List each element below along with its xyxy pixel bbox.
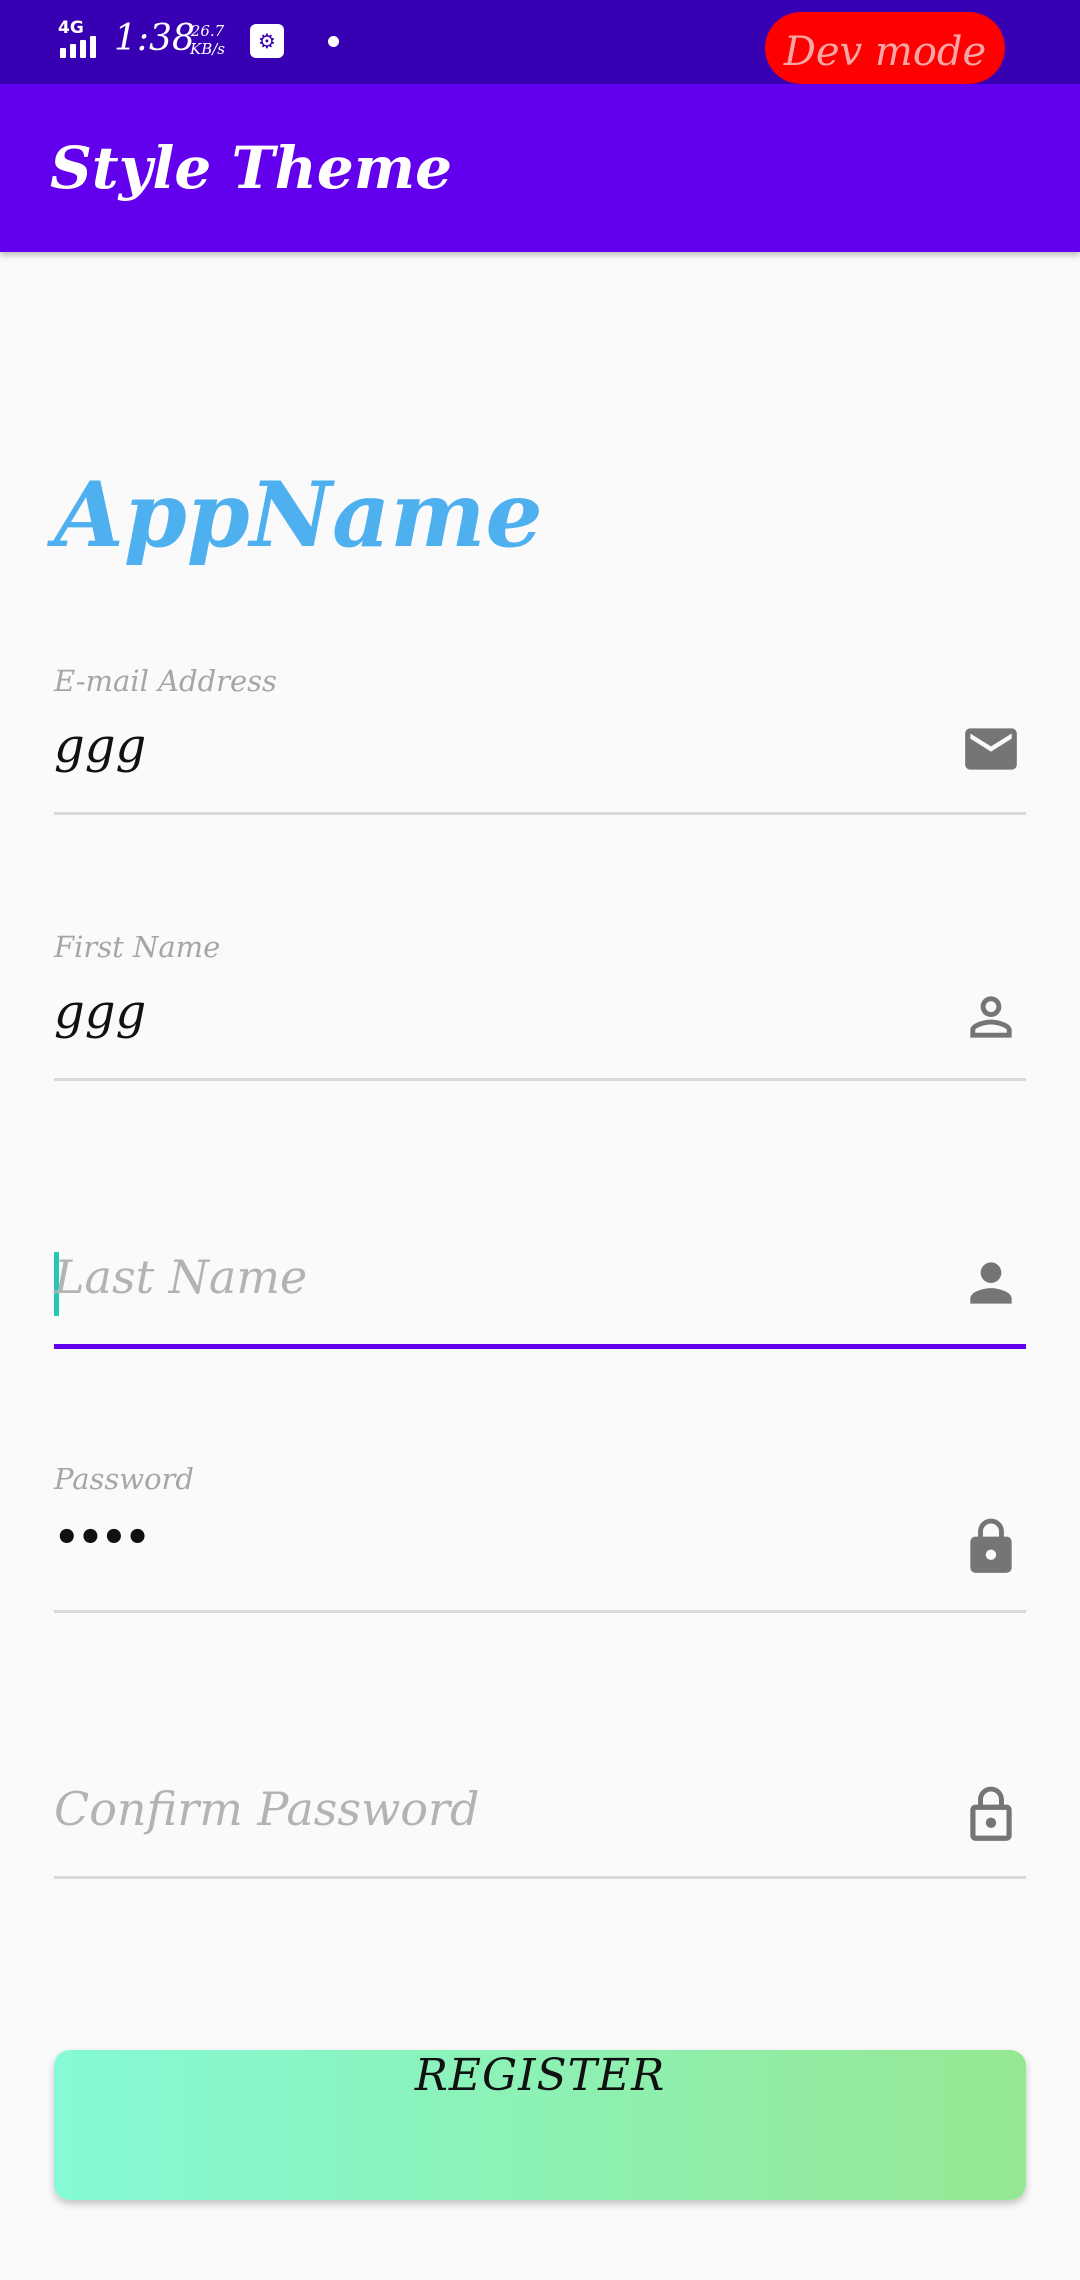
password-field[interactable]: Password •••• bbox=[54, 1462, 1026, 1614]
usb-debug-icon: ⚙ bbox=[250, 24, 284, 58]
clock: 1:38 bbox=[114, 18, 195, 59]
confirm-password-placeholder[interactable]: Confirm Password bbox=[54, 1782, 479, 1836]
confirm-password-field[interactable]: Confirm Password bbox=[54, 1728, 1026, 1880]
password-label: Password bbox=[54, 1462, 194, 1496]
email-value[interactable]: ggg bbox=[54, 718, 146, 774]
last-name-underline bbox=[54, 1344, 1026, 1349]
lock-outline-icon bbox=[970, 1786, 1012, 1841]
person-outline-icon bbox=[970, 996, 1012, 1038]
first-name-field[interactable]: First Name ggg bbox=[54, 930, 1026, 1082]
mail-icon bbox=[965, 728, 1017, 770]
first-name-label: First Name bbox=[54, 930, 221, 964]
network-type: 4G bbox=[58, 18, 84, 38]
person-icon bbox=[970, 1262, 1012, 1304]
first-name-value[interactable]: ggg bbox=[54, 984, 146, 1040]
app-name-heading: AppName bbox=[54, 462, 543, 568]
email-field[interactable]: E-mail Address ggg bbox=[54, 664, 1026, 816]
password-underline bbox=[54, 1610, 1026, 1613]
last-name-field[interactable]: Last Name bbox=[54, 1196, 1026, 1352]
first-name-underline bbox=[54, 1078, 1026, 1081]
email-underline bbox=[54, 812, 1026, 815]
notification-dot-icon bbox=[328, 36, 339, 47]
last-name-placeholder[interactable]: Last Name bbox=[54, 1250, 307, 1304]
network-speed-unit: KB/s bbox=[190, 40, 225, 58]
confirm-password-underline bbox=[54, 1876, 1026, 1879]
lock-icon bbox=[970, 1518, 1012, 1573]
password-value[interactable]: •••• bbox=[54, 1514, 150, 1561]
dev-mode-badge[interactable]: Dev mode bbox=[765, 12, 1005, 84]
app-bar-title: Style Theme bbox=[50, 134, 453, 202]
network-speed-value: 26.7 bbox=[190, 22, 225, 40]
signal-icon bbox=[60, 36, 96, 58]
register-button[interactable]: REGISTER bbox=[54, 2050, 1026, 2200]
status-bar: 4G 1:38 26.7 KB/s ⚙ Dev mode bbox=[0, 0, 1080, 84]
email-label: E-mail Address bbox=[54, 664, 277, 698]
network-speed: 26.7 KB/s bbox=[190, 22, 225, 58]
app-bar: Style Theme bbox=[0, 84, 1080, 252]
